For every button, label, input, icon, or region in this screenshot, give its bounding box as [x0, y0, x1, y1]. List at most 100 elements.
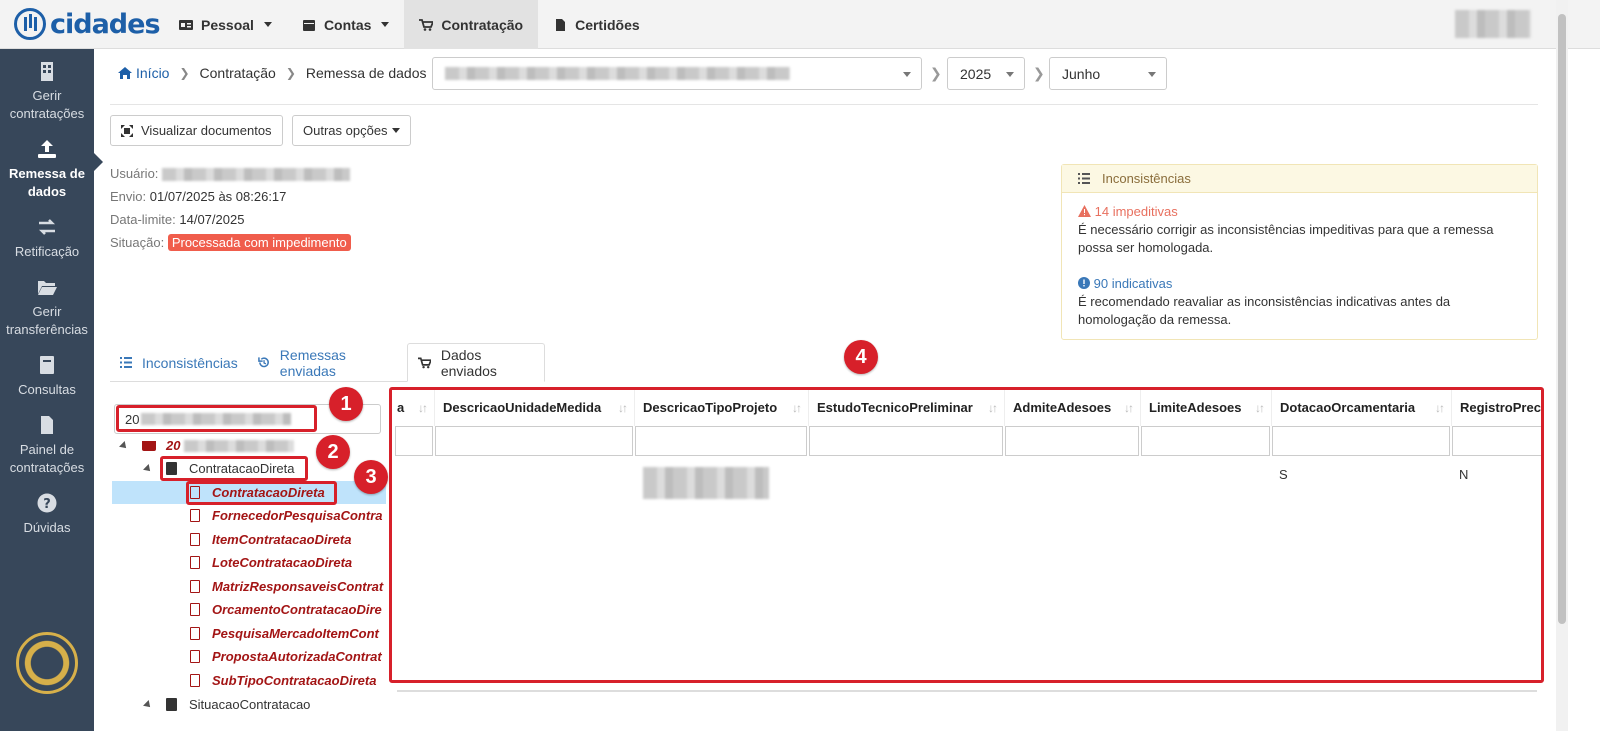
sidebar-item-gerir-contratacoes[interactable]: Gerir contratações: [0, 61, 94, 123]
top-navbar: cidades Pessoal Contas Contratação Certi…: [0, 0, 1600, 49]
file-icon: [190, 580, 200, 593]
sidebar-item-consultas[interactable]: Consultas: [0, 355, 94, 399]
file-icon: [556, 18, 566, 31]
sidebar-item-gerir-transferencias[interactable]: Gerir transferências: [0, 277, 94, 339]
logo-text: cidades: [50, 8, 161, 40]
tab-remessas-enviadas[interactable]: Remessas enviadas: [248, 343, 407, 382]
sidebar-item-label: Consultas: [18, 382, 76, 397]
tree-file[interactable]: ItemContratacaoDireta: [190, 528, 351, 551]
chevron-down-icon: [1148, 72, 1156, 77]
nav-contas[interactable]: Contas: [287, 0, 404, 49]
tree-root-label: 20: [166, 438, 181, 453]
tree-node-label: LoteContratacaoDireta: [212, 555, 353, 570]
chevron-down-icon: [263, 22, 272, 27]
file-icon: [190, 556, 200, 569]
entity-select[interactable]: [432, 57, 922, 90]
sidebar-item-label: Dúvidas: [23, 520, 71, 535]
user-value: [162, 168, 351, 182]
sidebar-item-duvidas[interactable]: ? Dúvidas: [0, 493, 94, 537]
entity-select-value: [445, 67, 790, 80]
other-options-button[interactable]: Outras opções: [292, 115, 411, 146]
chevron-down-icon: [1006, 72, 1014, 77]
tab-label: Remessas enviadas: [279, 346, 346, 379]
list-icon: [1078, 173, 1090, 184]
tab-dados-enviados[interactable]: Dados enviados: [406, 343, 545, 382]
tab-inconsistencias[interactable]: Inconsistências: [110, 343, 248, 382]
tree-root[interactable]: 20: [119, 434, 295, 457]
tree-file[interactable]: PesquisaMercadoItemCont: [190, 622, 379, 645]
tab-label: Dados enviados: [440, 346, 497, 379]
app-logo[interactable]: cidades: [14, 7, 161, 41]
tree-root-hidden: [184, 439, 295, 452]
annotation-marker-4: 4: [844, 340, 878, 374]
tree-node-label: PropostaAutorizadaContrat: [212, 649, 382, 664]
chevron-down-icon: [381, 22, 390, 27]
chevron-right-icon: ❯: [1033, 65, 1045, 81]
home-icon: [118, 67, 132, 79]
annotation-marker-1: 1: [329, 387, 363, 421]
year-select[interactable]: 2025: [947, 57, 1025, 90]
sidebar-active-pointer: [94, 153, 103, 171]
user-menu[interactable]: [1455, 10, 1531, 38]
logo-icon: [14, 8, 46, 40]
svg-text:?: ?: [43, 497, 51, 512]
vertical-scrollbar-thumb[interactable]: [1558, 14, 1566, 624]
horizontal-scrollbar[interactable]: [397, 690, 1537, 692]
blocking-text: É necessário corrigir as inconsistências…: [1078, 222, 1494, 255]
main-nav: Pessoal Contas Contratação Certidões: [164, 0, 655, 49]
upload-icon: [38, 140, 56, 158]
breadcrumb-contratacao[interactable]: Contratação: [200, 65, 276, 81]
tree-file[interactable]: SubTipoContratacaoDireta: [190, 669, 376, 692]
annotation-number: 4: [855, 345, 867, 368]
file-icon: [190, 509, 200, 522]
nav-contratacao[interactable]: Contratação: [404, 0, 539, 49]
file-icon: [190, 603, 200, 616]
sidebar-item-label: Retificação: [14, 244, 80, 259]
breadcrumb-home[interactable]: Início: [136, 65, 169, 81]
blocking-section: 14 impeditivas É necessário corrigir as …: [1078, 203, 1521, 257]
sidebar-item-label: Gerir contratações: [9, 88, 85, 121]
tree-file[interactable]: PropostaAutorizadaContrat: [190, 645, 382, 668]
year-select-value: 2025: [960, 65, 992, 82]
sidebar-item-retificacao[interactable]: Retificação: [0, 217, 94, 261]
file-icon: [190, 533, 200, 546]
expand-caret-icon: [143, 463, 153, 474]
annotation-number: 3: [365, 465, 377, 488]
status-badge: Processada com impedimento: [167, 234, 351, 251]
nav-certidoes[interactable]: Certidões: [538, 0, 655, 49]
cart-icon: [417, 357, 431, 368]
nav-pessoal[interactable]: Pessoal: [164, 0, 287, 49]
tree-file[interactable]: LoteContratacaoDireta: [190, 551, 352, 574]
book-icon: [40, 356, 54, 374]
annotation-marker-3: 3: [354, 460, 388, 494]
month-select[interactable]: Junho: [1049, 57, 1167, 90]
info-status: Situação: Processada com impedimento: [110, 234, 351, 251]
tree-node-label: FornecedorPesquisaContra: [212, 508, 383, 523]
building-icon: [41, 62, 53, 81]
indicative-text: É recomendado reavaliar as inconsistênci…: [1078, 294, 1451, 327]
divider: [110, 104, 1538, 105]
book-icon: [166, 698, 177, 711]
chevron-right-icon: ❯: [285, 66, 296, 80]
view-documents-button[interactable]: Visualizar documentos: [110, 115, 283, 146]
tree-folder-situacao-contratacao[interactable]: SituacaoContratacao: [143, 693, 310, 716]
indicative-link[interactable]: 90 indicativas: [1094, 276, 1173, 291]
sidebar-item-painel-contratacoes[interactable]: Painel de contratações: [0, 415, 94, 477]
breadcrumb-remessa[interactable]: Remessa de dados: [306, 65, 427, 81]
sidebar-item-label: Painel de contratações: [9, 442, 85, 475]
tree-node-label: SubTipoContratacaoDireta: [212, 673, 377, 688]
folder-open-icon: [38, 281, 57, 295]
status-label: Situação:: [110, 235, 165, 250]
breadcrumb: Início ❯ Contratação ❯ Remessa de dados: [118, 62, 427, 84]
file-icon: [41, 416, 53, 434]
tree-file[interactable]: MatrizResponsaveisContrat: [190, 575, 383, 598]
tabs: Inconsistências Remessas enviadas Dados …: [110, 343, 545, 382]
exchange-icon: [38, 219, 56, 235]
deadline-label: Data-limite:: [110, 212, 176, 227]
tree-file[interactable]: OrcamentoContratacaoDire: [190, 598, 382, 621]
sidebar-item-label: Remessa de dados: [9, 166, 85, 199]
tree-file[interactable]: FornecedorPesquisaContra: [190, 504, 383, 527]
sidebar-item-remessa-de-dados[interactable]: Remessa de dados: [0, 139, 94, 201]
cart-icon: [142, 440, 156, 451]
blocking-link[interactable]: 14 impeditivas: [1095, 204, 1178, 219]
